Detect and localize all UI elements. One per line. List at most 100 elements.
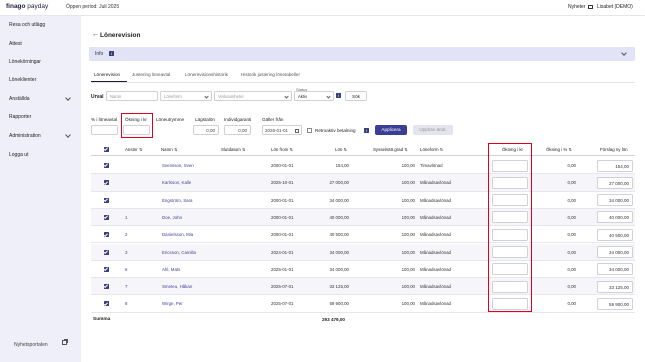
back-arrow-icon[interactable]: ←	[92, 31, 99, 38]
wage-form-cell: Timavlönad	[420, 163, 443, 168]
employee-name-link[interactable]: Wirge, Per	[162, 301, 183, 306]
sort-icon: ⇅	[242, 148, 246, 152]
proposed-salary-input[interactable]: 33 125,00	[597, 280, 633, 293]
employment-rate-cell: 100,00	[401, 197, 415, 203]
employee-name-link[interactable]: Smeteu, Håkan	[162, 284, 192, 289]
employee-name-link[interactable]: Ericsson, Camilla	[162, 250, 196, 255]
employee-name-link[interactable]: Engström, Sara	[162, 198, 193, 203]
increase-kr-input[interactable]	[492, 159, 528, 172]
employee-name-link[interactable]: Svensson, Sven	[162, 163, 194, 168]
individual-guarantee-input[interactable]: 0,00	[224, 125, 251, 135]
proposed-salary-input[interactable]: 59 900,00	[597, 297, 633, 310]
increase-pct-cell: 0,00	[567, 266, 576, 272]
column-header-salary-from[interactable]: Lön from ⇅	[271, 147, 293, 152]
sidebar-item-resa-och-utlagg[interactable]: Resa och utlägg	[9, 22, 45, 28]
search-button[interactable]: Sök	[345, 91, 367, 101]
increase-kr-input[interactable]	[492, 194, 528, 207]
row-checkbox[interactable]	[104, 232, 109, 238]
news-portal-link[interactable]: Nyhetsportalen	[14, 342, 48, 348]
row-checkbox[interactable]	[104, 197, 109, 203]
sidebar-item-logga-ut[interactable]: Logga ut	[9, 152, 28, 158]
column-header-anstnr[interactable]: Anstnr ⇅	[125, 147, 142, 152]
employee-name-link[interactable]: Karlsson, Kalle	[162, 180, 191, 185]
external-link-icon[interactable]	[62, 339, 68, 345]
name-filter-input[interactable]: Namn	[106, 91, 158, 101]
employee-name-link[interactable]: Ahl, Mats	[162, 267, 180, 272]
increase-kr-input[interactable]	[492, 246, 528, 258]
proposed-salary-input[interactable]: 40 500,00	[597, 228, 633, 241]
retroactive-checkbox[interactable]	[307, 128, 312, 133]
info-panel[interactable]: Info i	[89, 47, 635, 61]
anstnr-cell[interactable]: 1	[125, 215, 127, 220]
anstnr-cell[interactable]: 2	[125, 232, 127, 237]
row-checkbox[interactable]	[104, 301, 109, 307]
proposed-salary-input[interactable]: 27 000,00	[597, 176, 633, 189]
row-checkbox[interactable]	[104, 249, 109, 255]
proposed-salary-input[interactable]: 40 000,00	[597, 211, 633, 224]
salary-cell: 34 000,00	[329, 197, 349, 203]
row-checkbox[interactable]	[104, 266, 109, 272]
increase-kr-input[interactable]	[492, 228, 528, 241]
column-header-name[interactable]: Namn ⇅	[161, 147, 177, 152]
column-header-increase-pct[interactable]: Ökning i % ⇅	[546, 147, 572, 152]
row-checkbox[interactable]	[104, 163, 109, 168]
chevron-down-icon[interactable]	[621, 50, 627, 56]
anstnr-cell[interactable]: 6	[125, 267, 127, 272]
tab-lonerevision[interactable]: Lönerevision	[94, 72, 120, 77]
increase-kr-input[interactable]	[492, 280, 528, 293]
info-icon[interactable]: i	[364, 128, 369, 133]
proposed-salary-input[interactable]: 154,00	[597, 159, 633, 172]
column-header-salary[interactable]: Lön ⇅	[335, 147, 347, 152]
increase-pct-cell: 0,00	[567, 301, 576, 307]
activities-select[interactable]: Verksamheter	[214, 91, 292, 101]
sidebar-item-rapporter[interactable]: Rapporter	[9, 114, 31, 120]
proposed-salary-input[interactable]: 34 000,00	[597, 194, 633, 207]
salary-from-cell: 2000-01-01	[271, 163, 294, 168]
sidebar-item-loneklienter[interactable]: Löneklienter	[9, 77, 36, 83]
valid-from-input[interactable]: 2026-01-01	[262, 125, 302, 135]
proposed-salary-input[interactable]: 34 000,00	[597, 246, 633, 258]
tab-lonerevisionshistorik[interactable]: Lönerevisionshistorik	[185, 72, 228, 77]
sidebar-item-anstallda[interactable]: Anställda	[9, 96, 30, 102]
info-icon[interactable]: i	[336, 93, 341, 98]
anstnr-cell[interactable]: 7	[125, 284, 127, 289]
finago-logo[interactable]: finago payday	[6, 3, 48, 10]
tab-historik-justering-lonetabeller[interactable]: Historik justering lönetabeller	[241, 72, 300, 77]
sidebar-item-lonekorningar[interactable]: Lönekörningar	[9, 59, 41, 65]
chevron-down-icon	[326, 93, 331, 99]
info-icon: i	[109, 51, 114, 56]
select-all-checkbox[interactable]	[104, 147, 109, 152]
increase-kr-input[interactable]	[492, 297, 528, 310]
anstnr-cell[interactable]: 3	[125, 250, 127, 255]
employee-name-link[interactable]: Doe, John	[162, 215, 182, 220]
min-wage-input[interactable]: 0,00	[193, 125, 219, 135]
increase-pct-cell: 0,00	[567, 180, 576, 186]
proposed-salary-input[interactable]: 34 000,00	[597, 263, 633, 276]
employment-rate-cell: 100,00	[401, 266, 415, 272]
sidebar-item-attest[interactable]: Attest	[9, 41, 22, 47]
sidebar-item-administration[interactable]: Administration	[9, 133, 41, 139]
column-header-end-date[interactable]: Slutdatum ⇅	[221, 147, 245, 152]
increase-pct-cell: 0,00	[567, 163, 576, 168]
wage-form-select[interactable]: Löneform	[160, 91, 212, 101]
employee-name-link[interactable]: Danielsson, Mia	[162, 232, 193, 237]
column-header-employment-rate[interactable]: Sysselsätt.grad ⇅	[373, 147, 407, 152]
increase-kr-input[interactable]	[123, 125, 150, 135]
row-checkbox[interactable]	[104, 180, 109, 186]
row-checkbox[interactable]	[104, 214, 109, 220]
tab-justering-loneavtal[interactable]: Justering löneavtal	[132, 72, 170, 77]
increase-kr-input[interactable]	[492, 263, 528, 276]
news-link[interactable]: Nyheter	[568, 4, 593, 10]
row-checkbox[interactable]	[104, 284, 109, 290]
column-header-wage-form[interactable]: Löneform ⇅	[420, 147, 443, 152]
salary-from-cell: 2000-01-01	[271, 214, 294, 220]
apply-button[interactable]: Applicera	[375, 125, 407, 135]
increase-kr-input[interactable]	[492, 211, 528, 224]
status-select[interactable]: Aktiv	[294, 91, 334, 101]
increase-kr-input[interactable]	[492, 176, 528, 189]
sort-icon: ⇅	[439, 148, 443, 152]
percent-input[interactable]	[91, 125, 118, 135]
salary-from-cell: 2000-01-01	[271, 197, 294, 203]
user-menu[interactable]: Lisabet (DEMO)	[597, 4, 633, 10]
anstnr-cell[interactable]: 8	[125, 301, 127, 306]
